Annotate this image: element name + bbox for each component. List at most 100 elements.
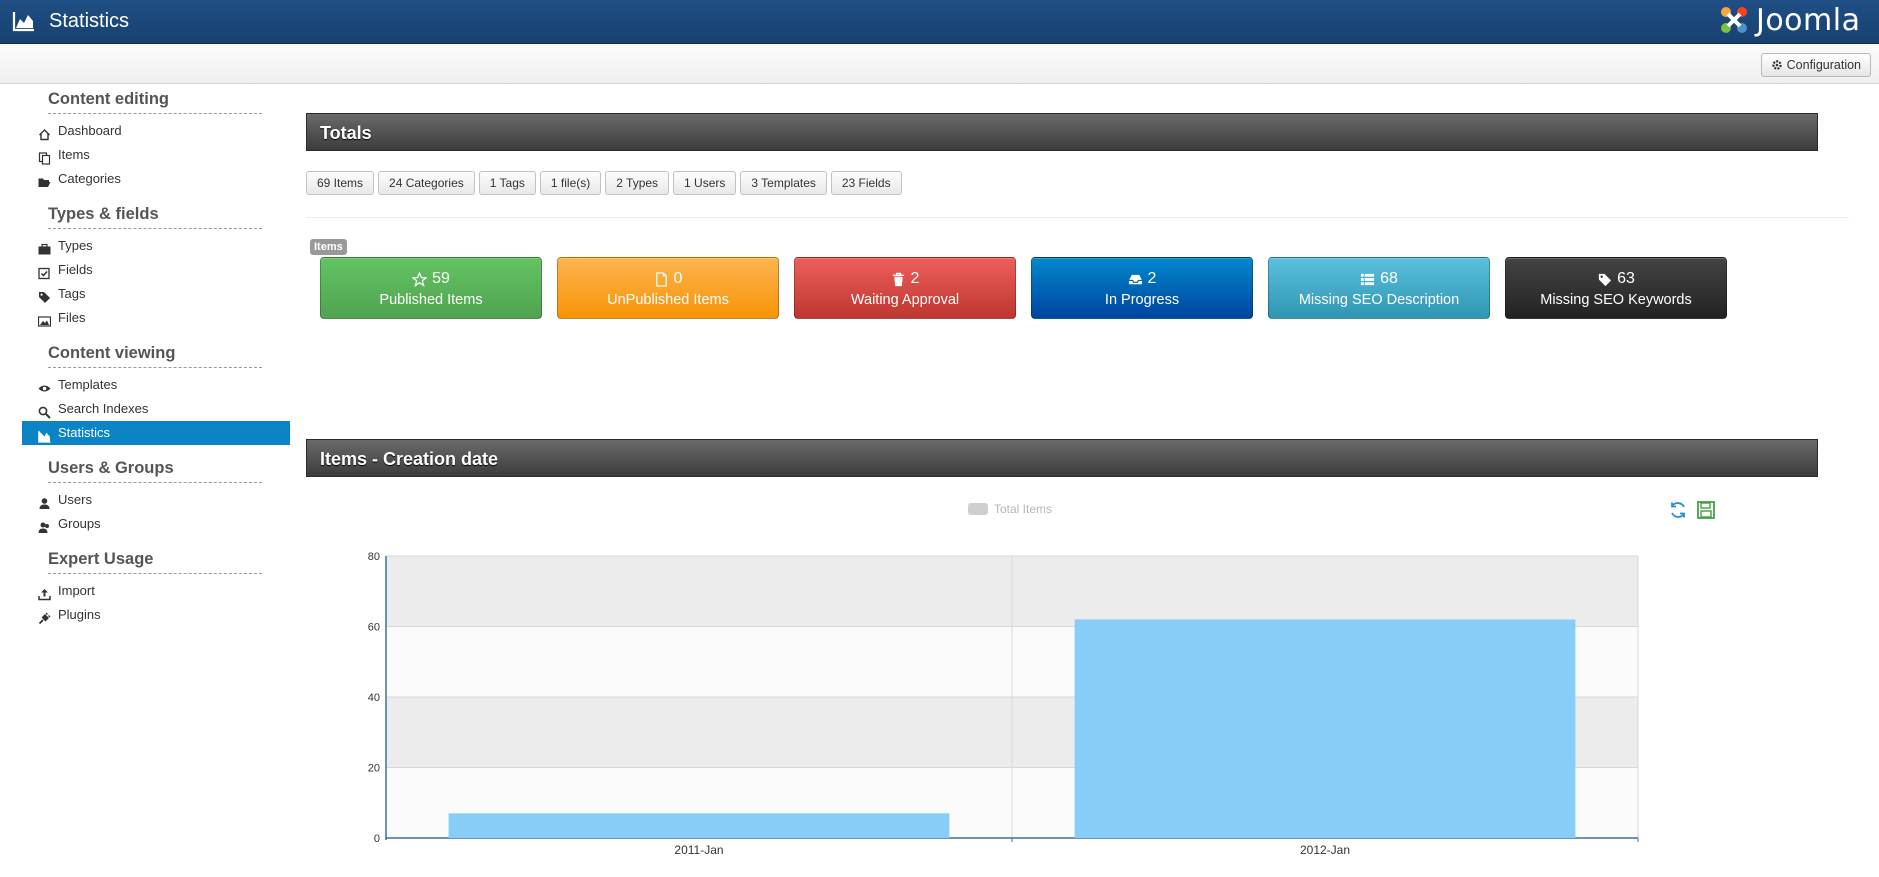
tile-value: 68 [1380,270,1398,287]
joomla-logo-icon [1720,7,1747,33]
toolbar: Configuration [0,44,1879,84]
count-badge-templates[interactable]: 3 Templates [740,171,827,195]
sidebar-item-items[interactable]: Items [22,143,292,167]
bar-chart: 0 20 40 60 80 2011-Jan 2012-Jan [368,551,1639,857]
tile-in-progress[interactable]: 2 In Progress [1031,257,1253,319]
sidebar-item-dashboard[interactable]: Dashboard [22,119,292,143]
sidebar-item-label: Groups [58,516,101,531]
sidebar-item-files[interactable]: Files [22,306,292,330]
sidebar-item-tags[interactable]: Tags [22,282,292,306]
sidebar-item-label: Statistics [58,425,111,440]
plug-icon [38,609,51,625]
sidebar-item-statistics[interactable]: Statistics [22,421,290,445]
section-title: Content editing [48,90,262,114]
tags-icon [38,288,51,303]
sidebar-section-expert-usage: Expert Usage Import Plugins [22,550,292,627]
sidebar-item-fields[interactable]: Fields [22,258,292,282]
file-icon [655,271,667,287]
tile-value: 2 [910,270,920,287]
sidebar-section-users-groups: Users & Groups Users Groups [22,459,292,536]
sidebar-item-import[interactable]: Import [22,579,292,603]
stat-tiles: 59 Published Items 0 UnPublished Items 2… [320,257,1727,319]
count-badge-items[interactable]: 69 Items [306,171,375,195]
count-badge-types[interactable]: 2 Types [605,171,670,195]
tile-missing-seo-keywords[interactable]: 63 Missing SEO Keywords [1505,257,1727,319]
count-badge-files[interactable]: 1 file(s) [539,171,602,195]
sidebar-item-label: Users [58,492,92,507]
tile-value: 0 [673,270,683,287]
sidebar-item-label: Templates [58,377,118,392]
sidebar-item-label: Types [58,238,93,253]
totals-title: Totals [320,123,372,143]
y-tick-label: 60 [368,622,380,634]
x-tick-label: 2012-Jan [1300,843,1350,857]
users-icon [38,518,51,533]
sidebar-item-plugins[interactable]: Plugins [22,603,292,627]
tag-icon [1598,273,1612,286]
tile-waiting-approval[interactable]: 2 Waiting Approval [794,257,1016,319]
tile-label: Missing SEO Description [1298,292,1460,308]
items-label: Items [310,239,347,255]
y-tick-label: 0 [374,833,380,845]
tile-label: Missing SEO Keywords [1540,292,1692,308]
inbox-icon [1128,274,1142,284]
sidebar-item-groups[interactable]: Groups [22,512,292,536]
sidebar-section-content-viewing: Content viewing Templates Search Indexes… [22,344,292,445]
count-badge-users[interactable]: 1 Users [673,171,737,195]
sidebar-item-types[interactable]: Types [22,234,292,258]
y-tick-label: 80 [368,551,380,563]
x-tick-label: 2011-Jan [674,843,723,857]
chart-panel-header: Items - Creation date [306,439,1818,477]
checkbox-icon [38,264,51,280]
section-title: Types & fields [48,205,262,229]
count-badge-fields[interactable]: 23 Fields [830,171,902,195]
page-title: Statistics [49,10,130,32]
totals-counts: 69 Items 24 Categories 1 Tags 1 file(s) … [306,171,902,195]
y-tick-label: 20 [368,763,380,775]
count-badge-categories[interactable]: 24 Categories [378,171,475,195]
gear-icon [1771,60,1782,70]
sidebar-item-label: Search Indexes [58,401,149,416]
sidebar-item-search-indexes[interactable]: Search Indexes [22,397,292,421]
section-title: Users & Groups [48,459,262,483]
trash-icon [892,272,904,286]
tile-unpublished-items[interactable]: 0 UnPublished Items [557,257,779,319]
folder-open-icon [38,173,51,187]
count-badge-tags[interactable]: 1 Tags [478,171,536,195]
tile-published-items[interactable]: 59 Published Items [320,257,542,319]
joomla-brand[interactable]: Joomla! [1718,0,1865,38]
home-icon [38,125,51,141]
sidebar-item-categories[interactable]: Categories [22,167,292,191]
creation-date-chart: Total Items 0 20 40 60 80 2011-Jan 2012-Jan [306,490,1818,870]
chart-area-icon [12,12,34,32]
tile-value: 59 [432,270,450,287]
image-icon [37,312,52,327]
tile-label: Waiting Approval [850,292,960,308]
sidebar-item-label: Import [58,583,95,598]
sidebar-item-label: Plugins [58,607,101,622]
star-icon [412,271,428,287]
section-title: Expert Usage [48,550,262,574]
tile-missing-seo-description[interactable]: 68 Missing SEO Description [1268,257,1490,319]
totals-panel-header: Totals [306,113,1818,151]
sidebar: Content editing Dashboard Items Categori… [22,90,292,641]
copy-icon [38,149,51,165]
sidebar-item-templates[interactable]: Templates [22,373,292,397]
upload-icon [38,585,51,601]
bar [1074,619,1576,838]
sidebar-item-label: Tags [58,286,86,301]
brand-name: Joomla! [1756,0,1865,38]
search-icon [38,403,51,419]
tile-label: UnPublished Items [607,292,729,308]
divider [306,217,1849,218]
configuration-button[interactable]: Configuration [1760,53,1871,77]
tile-label: Published Items [379,292,483,308]
sidebar-section-content-editing: Content editing Dashboard Items Categori… [22,90,292,191]
briefcase-icon [38,240,51,255]
chart-area-icon [38,427,51,443]
top-header: Statistics Joomla! [0,0,1879,44]
sidebar-item-label: Items [58,147,90,162]
sidebar-item-label: Categories [58,171,121,186]
user-icon [38,494,51,509]
sidebar-item-users[interactable]: Users [22,488,292,512]
